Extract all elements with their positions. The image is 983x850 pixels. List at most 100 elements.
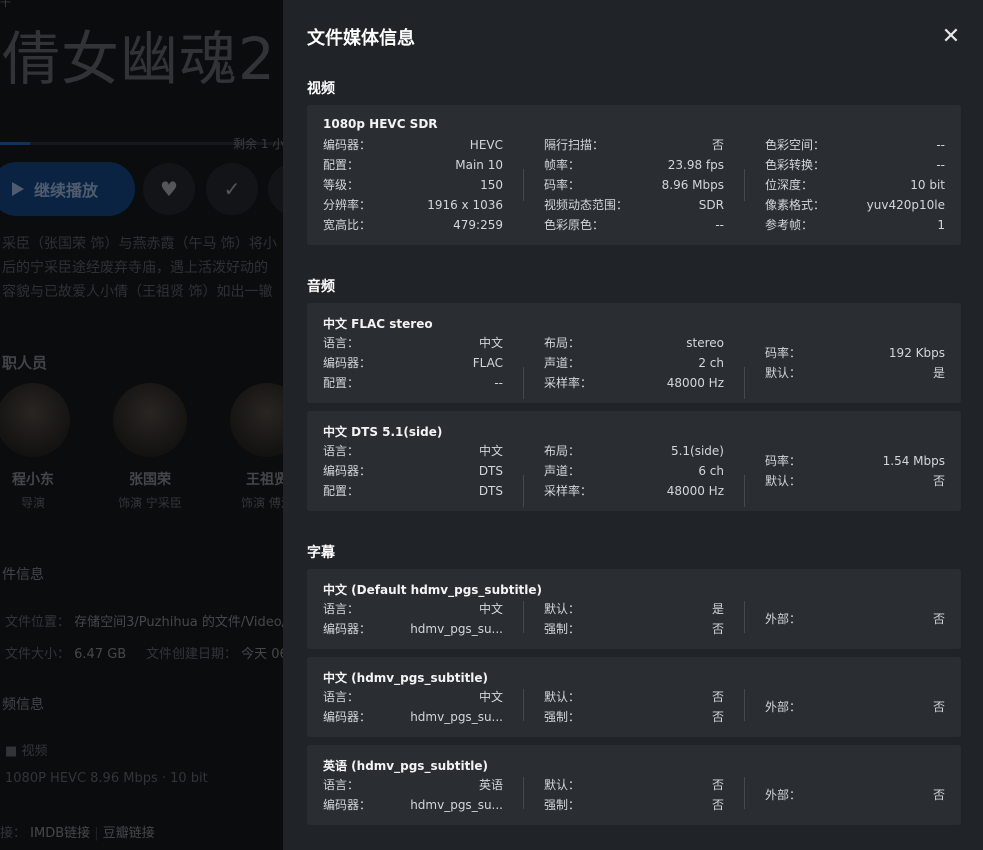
- info-row: 视频动态范围： SDR: [544, 195, 724, 215]
- stream-title: 1080p HEVC SDR: [323, 117, 438, 131]
- info-key: 配置：: [323, 376, 360, 390]
- info-value: 48000 Hz: [666, 484, 724, 498]
- stream-card: 1080p HEVC SDR 编码器： HEVC 配置： Main 10 等级： 150 分辨…: [307, 105, 961, 245]
- info-value: Main 10: [455, 158, 503, 172]
- column-divider: [523, 169, 524, 201]
- info-key: 编码器：: [323, 464, 372, 478]
- info-row: 采样率： 48000 Hz: [544, 373, 724, 393]
- info-row: 隔行扫描： 否: [544, 135, 724, 155]
- column-divider: [744, 689, 745, 721]
- info-value: 6 ch: [698, 464, 724, 478]
- info-key: 编码器：: [323, 622, 372, 636]
- info-row: 码率： 192 Kbps: [765, 343, 945, 363]
- info-key: 采样率：: [544, 484, 593, 498]
- info-key: 宽高比：: [323, 218, 372, 232]
- info-column: 默认：否强制：否: [544, 687, 724, 727]
- info-row: 语言： 中文: [323, 333, 503, 353]
- info-row: 位深度： 10 bit: [765, 175, 945, 195]
- info-value: 48000 Hz: [666, 376, 724, 390]
- column-divider: [523, 601, 524, 633]
- info-value: hdmv_pgs_su...: [410, 622, 503, 636]
- column-divider: [523, 689, 524, 721]
- info-row: 宽高比： 479:259: [323, 215, 503, 235]
- info-column: 外部： 否: [765, 785, 945, 805]
- info-value: 否: [932, 612, 945, 626]
- info-key: 外部：: [765, 700, 802, 714]
- info-key: 默认：: [765, 474, 802, 488]
- info-row: 采样率： 48000 Hz: [544, 481, 724, 501]
- info-row: 默认： 是: [765, 363, 945, 383]
- stream-title: 中文 FLAC stereo: [323, 317, 433, 331]
- info-value: 否: [932, 700, 945, 714]
- close-icon[interactable]: ✕: [938, 24, 964, 50]
- info-value: stereo: [686, 336, 724, 350]
- stream-title: 中文 (Default hdmv_pgs_subtitle): [323, 583, 543, 597]
- info-value: 1.54 Mbps: [882, 454, 945, 468]
- info-row: 语言： 中文: [323, 687, 503, 707]
- info-value: HEVC: [469, 138, 503, 152]
- info-row: 声道： 2 ch: [544, 353, 724, 373]
- info-value: 150: [480, 178, 503, 192]
- stream-card: 中文 FLAC stereo 语言： 中文编码器： FLAC 配置： -- 布局： stere…: [307, 303, 961, 403]
- info-key: 布局：: [544, 444, 581, 458]
- info-column: 隔行扫描： 否帧率： 23.98 fps 码率： 8.96 Mbps 视频动态范围： SDR…: [544, 135, 724, 235]
- info-key: 位深度：: [765, 178, 814, 192]
- info-value: 否: [711, 798, 724, 812]
- info-key: 配置：: [323, 484, 360, 498]
- info-key: 默认：: [765, 366, 802, 380]
- info-column: 语言： 英语 编码器： hdmv_pgs_su...: [323, 775, 503, 815]
- info-key: 布局：: [544, 336, 581, 350]
- info-value: 中文: [478, 444, 503, 458]
- info-key: 编码器：: [323, 356, 372, 370]
- audio-section-label: 音频: [307, 279, 335, 295]
- info-column: 外部： 否: [765, 609, 945, 629]
- info-row: 强制： 否: [544, 619, 724, 639]
- info-row: 色彩原色： --: [544, 215, 724, 235]
- column-divider: [744, 367, 745, 399]
- info-row: 声道： 6 ch: [544, 461, 724, 481]
- info-row: 默认： 否: [765, 471, 945, 491]
- info-row: 默认： 否: [544, 687, 724, 707]
- stream-title: 中文 (hdmv_pgs_subtitle): [323, 671, 489, 685]
- info-value: 中文: [478, 336, 503, 350]
- info-key: 码率：: [544, 178, 581, 192]
- info-column: 默认：否强制：否: [544, 775, 724, 815]
- info-value: --: [494, 376, 503, 390]
- info-value: 479:259: [453, 218, 503, 232]
- video-section-label: 视频: [307, 81, 335, 97]
- info-value: 8.96 Mbps: [661, 178, 724, 192]
- info-column: 语言： 中文 编码器： DTS 配置： DTS: [323, 441, 503, 501]
- info-row: 码率： 8.96 Mbps: [544, 175, 724, 195]
- info-column: 布局： stereo 声道： 2 ch 采样率： 48000 Hz: [544, 333, 724, 393]
- info-row: 参考帧： 1: [765, 215, 945, 235]
- column-divider: [744, 475, 745, 507]
- info-key: 分辨率：: [323, 198, 372, 212]
- stream-card: 英语 (hdmv_pgs_subtitle) 语言： 英语 编码器： hdmv_pgs_…: [307, 745, 961, 825]
- info-row: 编码器： hdmv_pgs_su...: [323, 707, 503, 727]
- info-key: 强制：: [544, 622, 581, 636]
- info-column: 码率： 192 Kbps 默认： 是: [765, 343, 945, 383]
- stream-title: 中文 DTS 5.1(side): [323, 425, 443, 439]
- info-value: FLAC: [472, 356, 503, 370]
- info-row: 像素格式： yuv420p10le: [765, 195, 945, 215]
- info-key: 外部：: [765, 612, 802, 626]
- info-row: 外部： 否: [765, 785, 945, 805]
- info-key: 强制：: [544, 710, 581, 724]
- info-row: 强制： 否: [544, 707, 724, 727]
- info-key: 采样率：: [544, 376, 593, 390]
- info-row: 默认： 是: [544, 599, 724, 619]
- info-row: 外部： 否: [765, 609, 945, 629]
- info-value: 192 Kbps: [888, 346, 945, 360]
- info-row: 配置： --: [323, 373, 503, 393]
- info-row: 帧率： 23.98 fps: [544, 155, 724, 175]
- info-row: 默认： 否: [544, 775, 724, 795]
- info-value: 否: [932, 788, 945, 802]
- info-row: 编码器： DTS: [323, 461, 503, 481]
- info-value: SDR: [698, 198, 724, 212]
- stream-card: 中文 DTS 5.1(side) 语言： 中文 编码器： DTS 配置： DTS 布局： 5.1…: [307, 411, 961, 511]
- column-divider: [523, 475, 524, 507]
- info-key: 隔行扫描：: [544, 138, 605, 152]
- info-value: 1916 x 1036: [427, 198, 503, 212]
- info-key: 语言：: [323, 444, 360, 458]
- info-column: 外部： 否: [765, 697, 945, 717]
